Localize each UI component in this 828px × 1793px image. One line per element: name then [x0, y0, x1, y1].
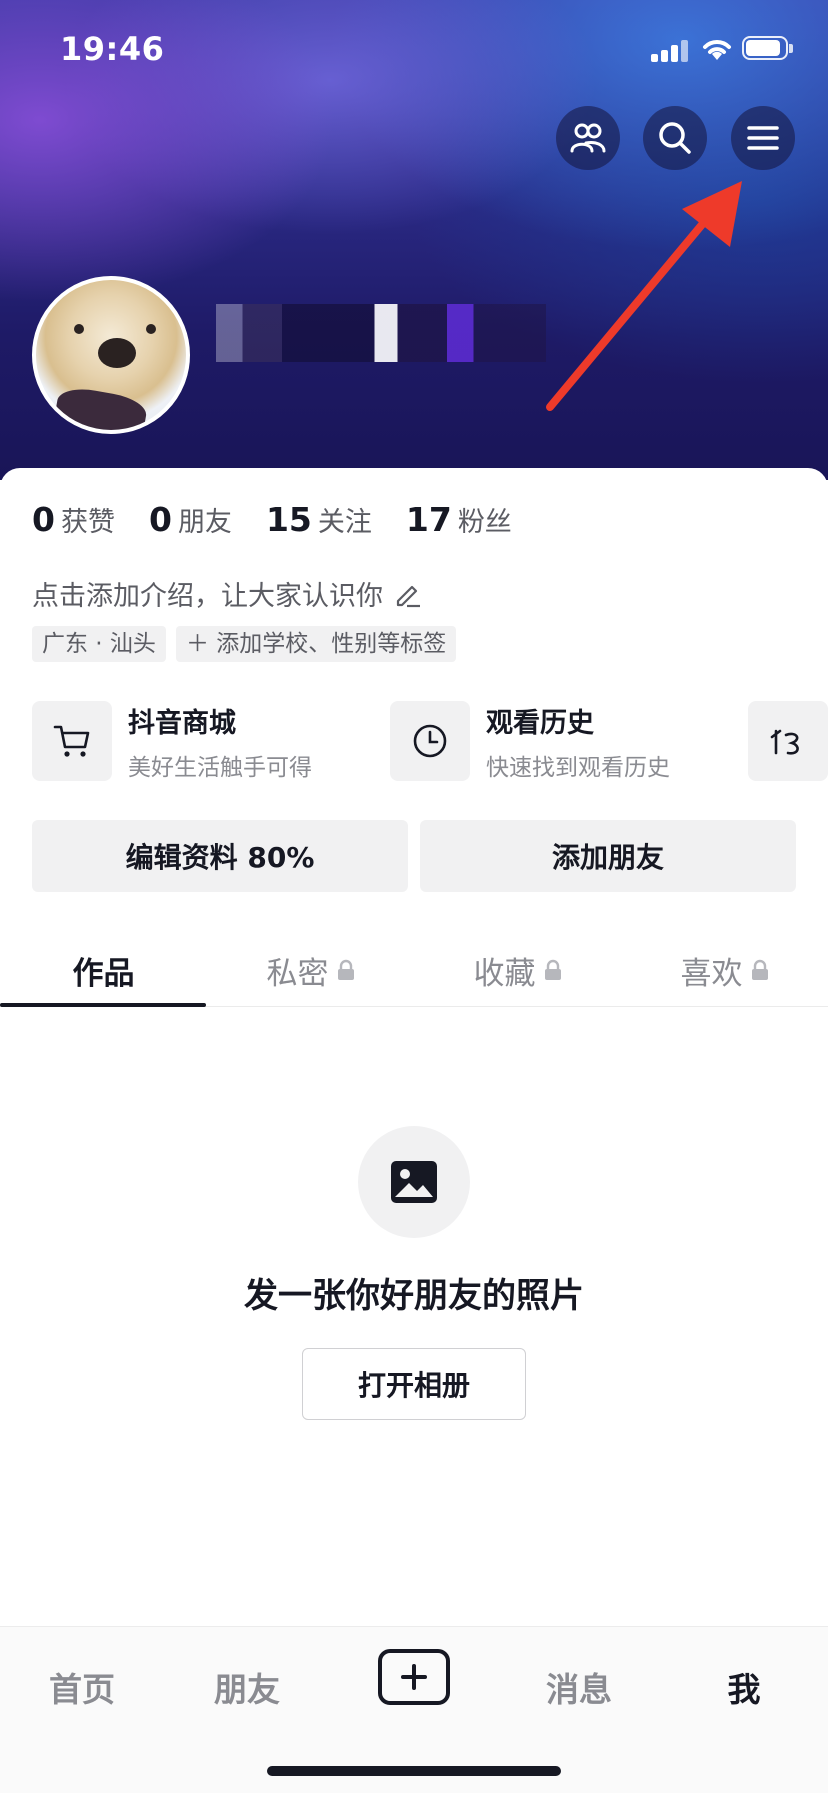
- tab-works[interactable]: 作品: [0, 934, 207, 1006]
- lock-icon: [337, 959, 354, 980]
- tab-label: 喜欢: [680, 955, 743, 992]
- battery-icon: [742, 36, 794, 62]
- tab-favorites[interactable]: 收藏: [414, 934, 621, 1006]
- search-icon: [659, 122, 691, 154]
- tab-private[interactable]: 私密: [207, 934, 414, 1006]
- hamburger-menu-icon: [747, 126, 779, 150]
- content-tabs: 作品 私密 收藏 喜欢: [0, 934, 828, 1007]
- people-icon: [570, 123, 606, 153]
- stat-value: 17: [405, 500, 452, 539]
- partial-feature-icon: [748, 701, 828, 781]
- plus-icon: [401, 1664, 427, 1690]
- open-album-button[interactable]: 打开相册: [302, 1348, 526, 1420]
- add-friends-button[interactable]: 添加朋友: [420, 820, 796, 892]
- stat-value: 0: [32, 500, 55, 539]
- shop-title: 抖音商城: [128, 707, 236, 739]
- avatar[interactable]: [32, 276, 190, 434]
- plus-icon: ＋: [185, 631, 217, 657]
- stat-value: 0: [148, 500, 172, 539]
- history-subtitle: 快速找到观看历史: [486, 754, 670, 781]
- status-bar: 19:46: [0, 0, 828, 100]
- stat-followers[interactable]: 17 粉丝: [406, 500, 512, 539]
- wifi-icon: [703, 40, 731, 60]
- shop-link[interactable]: 抖音商城 美好生活触手可得: [32, 700, 312, 782]
- stat-label: 关注: [317, 507, 372, 538]
- username-redacted: [216, 304, 546, 362]
- shop-subtitle: 美好生活触手可得: [128, 754, 312, 781]
- active-tab-indicator: [0, 1003, 206, 1007]
- add-tags-label: 添加学校、性别等标签: [216, 631, 447, 657]
- stat-value: 15: [265, 500, 312, 539]
- nav-me[interactable]: 我: [694, 1655, 794, 1719]
- bio-prompt[interactable]: 点击添加介绍，让大家认识你: [32, 574, 423, 613]
- history-title: 观看历史: [486, 707, 594, 739]
- lock-icon: [751, 959, 768, 980]
- empty-state-title: 发一张你好朋友的照片: [244, 1276, 584, 1316]
- create-post-button[interactable]: [378, 1649, 450, 1705]
- stat-label: 朋友: [177, 507, 232, 538]
- stat-label: 获赞: [60, 507, 115, 538]
- cellular-signal-icon: [651, 38, 689, 62]
- empty-state-image-icon: [358, 1126, 470, 1238]
- tab-label: 作品: [72, 955, 135, 992]
- add-tags-button[interactable]: ＋ 添加学校、性别等标签: [175, 626, 457, 662]
- lock-icon: [544, 959, 561, 980]
- friends-button[interactable]: [556, 106, 620, 170]
- home-indicator: [267, 1766, 561, 1776]
- status-time: 19:46: [60, 30, 165, 68]
- stat-label: 粉丝: [457, 507, 512, 538]
- tab-likes[interactable]: 喜欢: [621, 934, 828, 1006]
- clock-icon: [390, 701, 470, 781]
- bio-text: 点击添加介绍，让大家认识你: [32, 581, 383, 612]
- stat-following[interactable]: 15 关注: [266, 500, 372, 539]
- profile-stats: 0 获赞 0 朋友 15 关注 17 粉丝: [32, 500, 512, 539]
- nav-messages[interactable]: 消息: [529, 1655, 629, 1719]
- pencil-icon: [396, 585, 420, 607]
- more-quick-link[interactable]: [748, 700, 828, 782]
- edit-profile-button[interactable]: 编辑资料 80%: [32, 820, 408, 892]
- stat-likes[interactable]: 0 获赞: [32, 500, 115, 539]
- cart-icon: [32, 701, 112, 781]
- profile-tags: 广东 · 汕头 ＋ 添加学校、性别等标签: [32, 626, 457, 662]
- nav-friends[interactable]: 朋友: [197, 1655, 297, 1719]
- search-button[interactable]: [643, 106, 707, 170]
- location-tag[interactable]: 广东 · 汕头: [32, 626, 166, 662]
- nav-home[interactable]: 首页: [32, 1655, 132, 1719]
- menu-button[interactable]: [731, 106, 795, 170]
- tab-label: 收藏: [473, 955, 536, 992]
- stat-friends[interactable]: 0 朋友: [149, 500, 232, 539]
- red-arrow-annotation: [546, 181, 742, 411]
- tab-label: 私密: [266, 955, 329, 992]
- watch-history-link[interactable]: 观看历史 快速找到观看历史: [390, 700, 670, 782]
